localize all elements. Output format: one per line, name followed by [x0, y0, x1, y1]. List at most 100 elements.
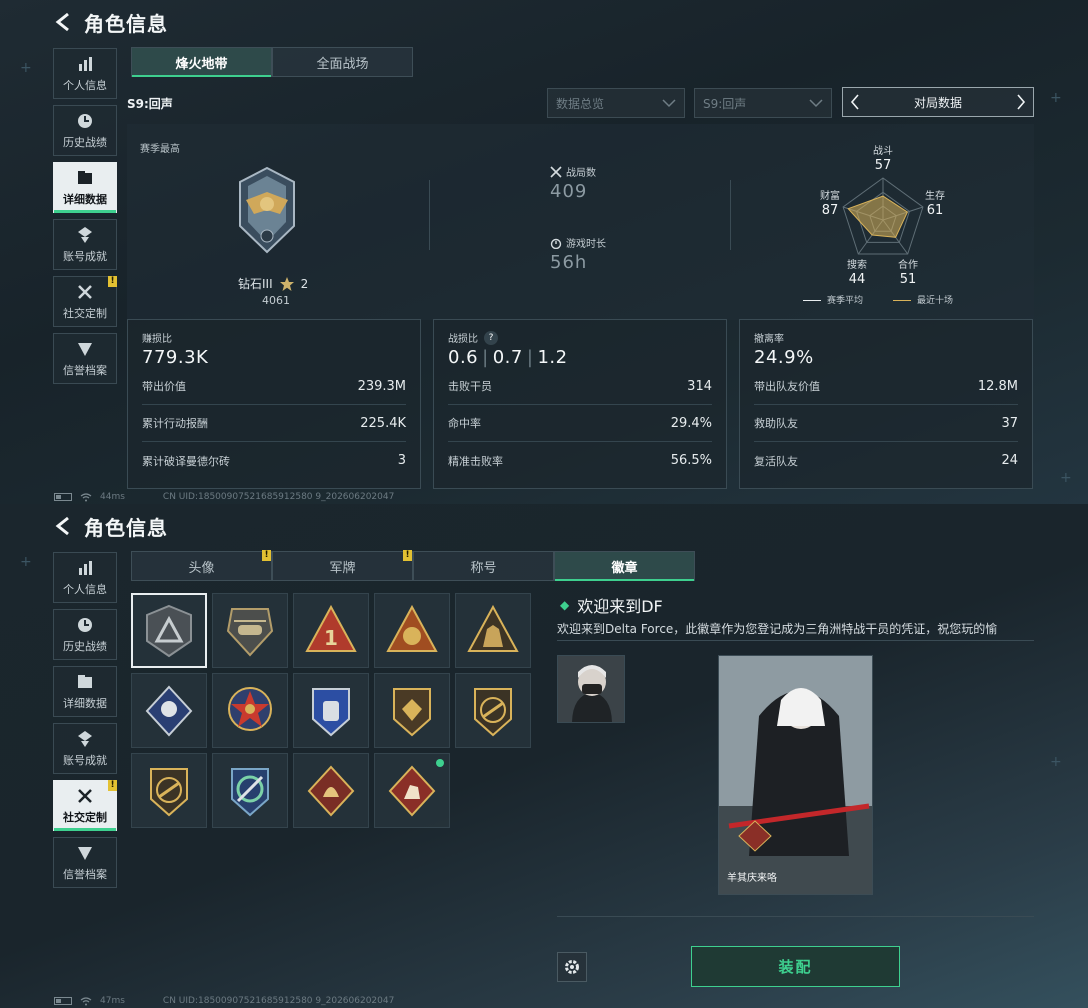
badge-runner[interactable]: [374, 753, 450, 828]
sidebar-item-achievements[interactable]: 账号成就: [53, 723, 117, 774]
badge-welcome[interactable]: [131, 593, 207, 668]
badge-arrows[interactable]: [212, 753, 288, 828]
tab-operations[interactable]: 烽火地带: [131, 47, 272, 77]
tab-avatar[interactable]: 头像!: [131, 550, 272, 581]
rank-section: 赛季最高 钻石III 2 4061: [140, 140, 420, 307]
back-arrow-icon[interactable]: [54, 12, 74, 32]
status-bar: 47ms CN UID:18500907521685912580 9_20260…: [54, 996, 394, 1006]
badge-triangle-gem[interactable]: [374, 593, 450, 668]
notification-badge: !: [108, 276, 117, 287]
dropdown-value: S9:回声: [703, 96, 747, 111]
grid-marker: +: [1050, 90, 1062, 106]
season-dropdown[interactable]: S9:回声: [694, 88, 832, 118]
sidebar-item-label: 账号成就: [63, 249, 107, 263]
sidebar-item-details[interactable]: 详细数据: [53, 162, 117, 213]
kd-value-3: 1.2: [537, 347, 568, 368]
page-title: 角色信息: [54, 512, 168, 540]
badge-gem-shield[interactable]: [374, 673, 450, 748]
radar-label-search: 搜索: [847, 260, 867, 271]
new-indicator: [436, 759, 444, 767]
achievement-icon: [78, 730, 92, 747]
folder-icon: [78, 674, 92, 688]
badge-soldiers[interactable]: [455, 593, 531, 668]
sidebar-item-profile[interactable]: 个人信息: [53, 552, 117, 603]
sidebar-item-history[interactable]: 历史战绩: [53, 105, 117, 156]
stat-row: 带出价值 239.3M: [142, 368, 406, 405]
help-icon[interactable]: ?: [484, 330, 498, 345]
sidebar-item-label: 历史战绩: [63, 135, 107, 149]
tab-label: 称号: [470, 560, 497, 576]
rank-stars: 2: [300, 276, 309, 291]
credit-icon: [78, 846, 92, 860]
triangle-one-badge-icon: 1: [305, 604, 357, 652]
sidebar-item-achievements[interactable]: 账号成就: [53, 219, 117, 270]
tab-label: 军牌: [329, 560, 356, 576]
soldiers-badge-icon: [467, 604, 519, 652]
sidebar-item-credit[interactable]: 信誉档案: [53, 333, 117, 384]
diamond-marker-icon: ◆: [560, 598, 570, 612]
rifle-shield-badge-icon: [150, 767, 188, 816]
kd-value-2: 0.7: [492, 347, 523, 368]
stat-key: 带出队友价值: [754, 380, 820, 393]
stat-value: 29.4%: [670, 415, 712, 431]
sidebar-item-social[interactable]: 社交定制 !: [53, 780, 117, 831]
notification-badge: !: [403, 550, 412, 561]
rank-tier: 钻石III: [238, 277, 273, 291]
sidebar-item-label: 个人信息: [63, 582, 107, 596]
tab-warfare[interactable]: 全面战场: [272, 47, 413, 77]
radar-label-coop: 合作: [898, 260, 918, 271]
notification-badge: !: [262, 550, 271, 561]
divider: [557, 916, 1034, 917]
badge-number-one[interactable]: 1: [293, 593, 369, 668]
stat-value: 56.5%: [670, 453, 712, 468]
stat-row: 带出队友价值 12.8M: [754, 368, 1018, 405]
badge-helicopter[interactable]: [212, 593, 288, 668]
stat-value: 225.4K: [360, 415, 406, 431]
card-head-value: 24.9%: [754, 347, 814, 368]
chevron-right-icon[interactable]: [1015, 94, 1027, 110]
sidebar-item-credit[interactable]: 信誉档案: [53, 837, 117, 888]
operator-portrait-icon: [558, 656, 624, 722]
back-arrow-icon[interactable]: [54, 516, 74, 536]
radar-legend: 赛季平均 最近十场: [803, 293, 953, 306]
matches-stat: 战局数 409: [550, 164, 596, 202]
uid-text: CN UID:18500907521685912580 9_2026062020…: [162, 492, 395, 502]
chevron-left-icon[interactable]: [849, 94, 861, 110]
badge-rose[interactable]: [131, 673, 207, 748]
badge-rifle-2[interactable]: [131, 753, 207, 828]
overview-dropdown[interactable]: 数据总览: [547, 88, 685, 118]
sidebar-item-details[interactable]: 详细数据: [53, 666, 117, 717]
chevron-down-icon: [662, 99, 676, 108]
legend-label: 最近十场: [917, 296, 954, 306]
playtime-value: 56h: [550, 252, 588, 273]
badge-star-medal[interactable]: [212, 673, 288, 748]
badge-rifle[interactable]: [455, 673, 531, 748]
avatar[interactable]: [557, 655, 625, 723]
settings-button[interactable]: [557, 952, 587, 982]
tab-title[interactable]: 称号: [413, 551, 554, 581]
legend-label: 赛季平均: [827, 296, 864, 306]
kd-value-1: 0.6: [448, 347, 479, 368]
helicopter-badge-icon: [226, 607, 274, 656]
profit-card: 赚损比 779.3K 带出价值 239.3M 累计行动报酬 225.4K 累计破译曼…: [127, 319, 421, 489]
badge-dragon[interactable]: [293, 753, 369, 828]
divider: [557, 640, 1034, 641]
arrows-badge-icon: [231, 767, 269, 816]
sidebar-item-social[interactable]: 社交定制 !: [53, 276, 117, 327]
equip-button[interactable]: 装配: [691, 946, 900, 987]
sidebar-item-profile[interactable]: 个人信息: [53, 48, 117, 99]
data-type-pager: 对局数据: [842, 87, 1034, 117]
tab-dogtag[interactable]: 军牌!: [272, 550, 413, 581]
sidebar-item-label: 信誉档案: [63, 363, 107, 377]
tab-label: 徽章: [611, 560, 638, 576]
badge-showcase-card: 羊其庆来咯: [718, 655, 873, 895]
tab-badge[interactable]: 徽章: [554, 551, 695, 581]
stat-key: 击败干员: [448, 380, 492, 393]
tools-icon: [78, 284, 92, 299]
card-owner-name: 羊其庆来咯: [727, 873, 777, 884]
stat-key: 救助队友: [754, 417, 798, 430]
badge-description: 欢迎来到Delta Force，此徽章作为您登记成为三角洲特战干员的凭证，祝您玩…: [557, 622, 998, 636]
sidebar-item-history[interactable]: 历史战绩: [53, 609, 117, 660]
rank-title: 赛季最高: [140, 144, 180, 155]
badge-police[interactable]: [293, 673, 369, 748]
